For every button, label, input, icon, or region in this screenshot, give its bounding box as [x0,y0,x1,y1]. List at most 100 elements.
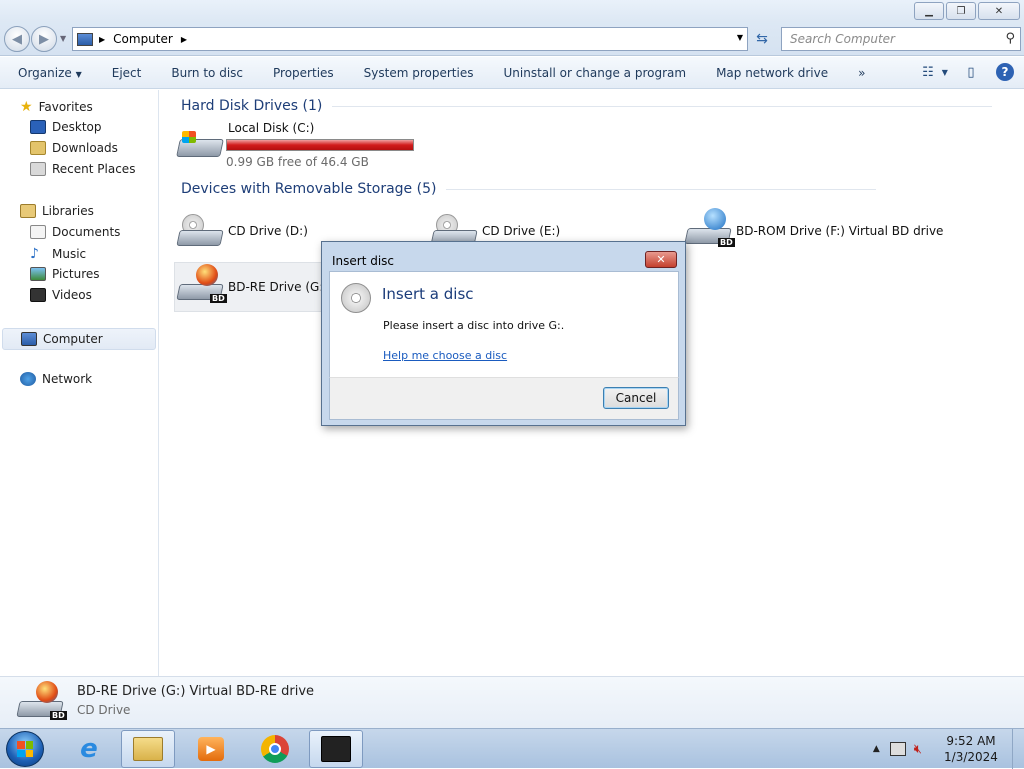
group-header-removable-storage[interactable]: Devices with Removable Storage (5) [181,181,877,197]
group-header-hard-disk-drives[interactable]: Hard Disk Drives (1) [181,98,993,114]
drive-c-free-space: 0.99 GB free of 46.4 GB [226,155,369,169]
volume-muted-icon[interactable]: 🔇︎ [914,742,922,757]
recent-places-icon [30,162,46,176]
back-button[interactable]: ◀ [4,26,30,52]
address-bar[interactable]: ▶ Computer ▶ ▼ [72,27,748,51]
forward-button[interactable]: ▶ [31,26,57,52]
preview-pane-button[interactable]: ▯ [960,62,982,82]
dialog-footer: Cancel [329,377,679,420]
clock[interactable]: 9:52 AM 1/3/2024 [936,733,1006,765]
view-list-icon: ☷ [922,64,934,80]
eject-button[interactable]: Eject [97,66,157,80]
cancel-button[interactable]: Cancel [603,387,669,409]
uninstall-program-button[interactable]: Uninstall or change a program [488,66,701,80]
dialog-title: Insert disc [332,254,395,268]
start-button[interactable] [6,731,44,767]
help-icon: ? [1001,65,1009,79]
dialog-message: Please insert a disc into drive G:. [383,319,565,332]
sidebar-item-computer[interactable]: Computer [2,328,156,350]
drive-cd-d[interactable]: CD Drive (D:) [176,210,308,254]
drive-g-label: BD-RE Drive (G:) [228,280,329,294]
refresh-button[interactable]: ⇆ [750,27,774,51]
disc-icon [341,283,371,313]
help-choose-disc-link[interactable]: Help me choose a disc [383,349,507,362]
drive-bd-re-g[interactable]: BD BD-RE Drive (G:) [176,264,328,308]
desktop-icon [30,120,46,134]
bd-re-drive-icon: BD [16,681,67,725]
taskbar-video-editor[interactable] [309,730,363,768]
chevron-down-icon: ▼ [941,67,948,77]
sidebar-item-videos[interactable]: Videos [30,288,92,302]
map-network-drive-button[interactable]: Map network drive [701,66,843,80]
breadcrumb-computer[interactable]: Computer [113,32,173,46]
sidebar-item-favorites[interactable]: ★ Favorites [20,99,93,115]
sidebar-item-documents[interactable]: Documents [30,225,120,239]
breadcrumb-arrow-icon[interactable]: ▶ [99,35,105,44]
burn-to-disc-button[interactable]: Burn to disc [156,66,258,80]
preview-pane-icon: ▯ [967,64,975,80]
more-commands-button[interactable]: » [843,66,880,80]
restore-button[interactable]: ❐ [946,2,976,20]
libraries-icon [20,204,36,218]
music-icon: ♪ [30,246,39,262]
sidebar-item-network[interactable]: Network [20,372,92,386]
breadcrumb-arrow-icon[interactable]: ▶ [181,35,187,44]
cd-drive-icon [176,210,226,254]
drive-bd-rom-f[interactable]: BD BD-ROM Drive (F:) Virtual BD drive [684,208,943,252]
taskbar-internet-explorer[interactable]: e [62,730,116,768]
sidebar-item-desktop[interactable]: Desktop [30,120,102,134]
dialog-heading: Insert a disc [382,285,474,303]
recent-pages-dropdown-icon[interactable]: ▼ [60,34,66,43]
title-bar: ▁ ❐ ✕ [0,0,1024,22]
drive-d-label: CD Drive (D:) [228,224,308,238]
windows-logo-icon [17,741,33,757]
search-placeholder: Search Computer [790,32,895,46]
dialog-close-button[interactable]: ✕ [645,251,677,268]
computer-icon [77,32,93,46]
sidebar-item-music[interactable]: ♪ Music [30,246,86,262]
system-properties-button[interactable]: System properties [349,66,489,80]
chevron-down-icon: ▼ [75,69,82,79]
computer-icon [21,332,37,346]
taskbar-chrome[interactable] [248,730,302,768]
drive-c-usage-bar [226,139,414,151]
search-icon[interactable]: ⚲ [1005,31,1015,46]
details-pane: BD BD-RE Drive (G:) Virtual BD-RE drive … [0,676,1024,728]
close-icon: ✕ [994,5,1004,17]
minimize-button[interactable]: ▁ [914,2,944,20]
sidebar-item-recent-places[interactable]: Recent Places [30,162,135,176]
drive-c-usage-fill [227,140,409,150]
properties-button[interactable]: Properties [258,66,349,80]
sidebar-item-downloads[interactable]: Downloads [30,141,118,155]
network-status-icon[interactable] [889,742,906,756]
taskbar: e ▶ ▲ 🔇︎ 9:52 AM 1/3/2024 [0,728,1024,769]
search-input[interactable]: Search Computer ⚲ [781,27,1021,51]
documents-icon [30,225,46,239]
video-editor-icon [321,736,351,762]
insert-disc-dialog: Insert disc ✕ Insert a disc Please inser… [321,241,686,426]
drive-e-label: CD Drive (E:) [482,224,561,238]
taskbar-file-explorer[interactable] [121,730,175,768]
minimize-icon: ▁ [925,5,933,17]
restore-icon: ❐ [956,5,966,17]
close-window-button[interactable]: ✕ [978,2,1020,20]
media-player-icon: ▶ [198,737,224,761]
forward-arrow-icon: ▶ [39,31,49,47]
drive-local-disk-c[interactable]: Local Disk (C:) 0.99 GB free of 46.4 GB [176,121,414,169]
videos-icon [30,288,46,302]
organize-button[interactable]: Organize ▼ [0,66,97,80]
taskbar-media-player[interactable]: ▶ [184,730,238,768]
show-desktop-button[interactable] [1012,729,1024,769]
sidebar-item-libraries[interactable]: Libraries [20,204,94,218]
chrome-icon [261,735,289,763]
change-view-button[interactable]: ☷ ▼ [922,62,948,82]
bd-rom-drive-icon: BD [684,208,735,252]
details-item-type: CD Drive [77,703,131,717]
help-button[interactable]: ? [996,63,1014,81]
address-dropdown-icon[interactable]: ▼ [737,33,743,42]
star-icon: ★ [20,99,33,115]
show-hidden-icons-icon[interactable]: ▲ [873,744,880,754]
bd-re-drive-icon: BD [176,264,227,308]
sidebar-item-pictures[interactable]: Pictures [30,267,100,281]
folder-icon [133,737,163,761]
